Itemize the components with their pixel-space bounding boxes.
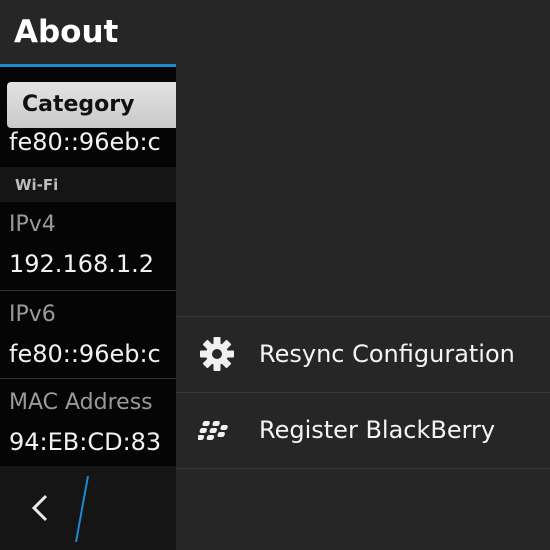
page-title: About [14,14,119,50]
resync-configuration-label: Resync Configuration [259,340,515,368]
divider [0,378,176,379]
mac-address-value: 94:EB:CD:83 [9,428,162,456]
chevron-left-icon [31,494,48,522]
ipv4-label: IPv4 [9,212,56,237]
partial-ipv6-value: fe80::96eb:c [9,128,161,156]
gear-icon [198,335,236,373]
register-blackberry-label: Register BlackBerry [259,416,496,444]
about-page: About Category fe80::96eb:c Wi-Fi IPv4 1… [0,0,176,550]
resync-configuration-item[interactable]: Resync Configuration [176,317,550,392]
blackberry-logo-icon [196,411,236,449]
back-button[interactable] [26,488,56,528]
action-bar-divider-slash [75,475,89,543]
title-accent-line [0,64,176,67]
ipv6-label: IPv6 [9,302,56,327]
category-dropdown[interactable]: Category [7,82,176,128]
divider [0,290,176,291]
title-bar: About [0,0,176,67]
category-dropdown-label: Category [22,92,135,117]
action-menu: Resync Configuration Register BlackBerry [176,0,550,550]
mac-address-label: MAC Address [9,390,153,415]
register-blackberry-item[interactable]: Register BlackBerry [176,393,550,468]
ipv4-value: 192.168.1.2 [9,250,155,278]
section-header-wifi: Wi-Fi [15,176,59,194]
ipv6-value: fe80::96eb:c [9,340,161,368]
menu-divider [176,468,550,469]
